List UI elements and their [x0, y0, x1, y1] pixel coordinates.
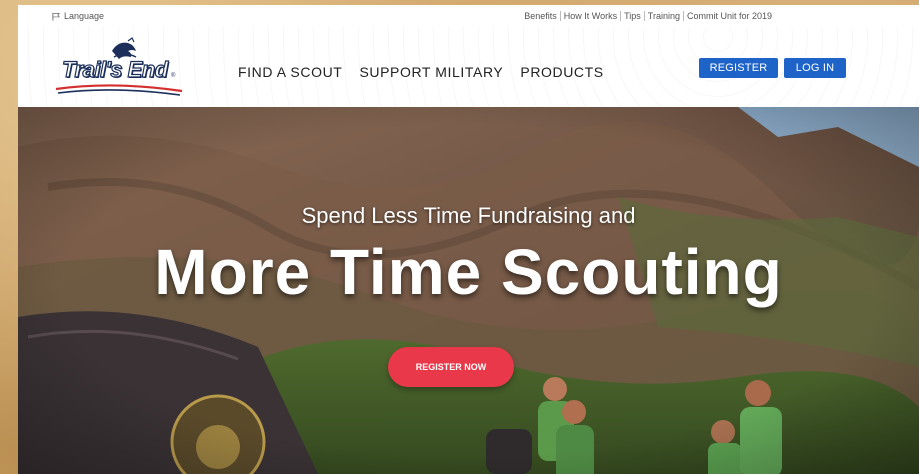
utility-bar: Language Benefits How It Works Tips Trai…: [18, 5, 919, 27]
register-button[interactable]: REGISTER: [699, 58, 778, 78]
util-link-training[interactable]: Training: [643, 11, 683, 21]
utility-links: Benefits How It Works Tips Training Comm…: [521, 11, 775, 21]
language-label: Language: [64, 11, 105, 21]
util-link-benefits[interactable]: Benefits: [521, 11, 560, 21]
logo-registered-mark: ®: [171, 73, 176, 79]
site-header: Trail's End ® FIND A SCOUT SUPPORT MILIT…: [18, 27, 919, 107]
logo-text: Trail's End: [61, 56, 168, 82]
main-nav: FIND A SCOUT SUPPORT MILITARY PRODUCTS: [238, 64, 604, 80]
nav-support-military[interactable]: SUPPORT MILITARY: [359, 64, 503, 80]
hero-banner: Spend Less Time Fundraising and More Tim…: [18, 107, 919, 474]
hero-title: More Time Scouting: [154, 236, 783, 308]
language-selector[interactable]: Language: [52, 11, 104, 21]
util-link-tips[interactable]: Tips: [620, 11, 644, 21]
flag-icon: [52, 12, 60, 21]
nav-find-a-scout[interactable]: FIND A SCOUT: [238, 64, 342, 80]
nav-products[interactable]: PRODUCTS: [520, 64, 603, 80]
hero-subtitle: Spend Less Time Fundraising and: [301, 203, 636, 228]
web-page: Language Benefits How It Works Tips Trai…: [18, 5, 919, 474]
util-link-commit-unit[interactable]: Commit Unit for 2019: [682, 11, 775, 21]
register-now-button[interactable]: REGISTER NOW: [388, 347, 514, 387]
util-link-how-it-works[interactable]: How It Works: [559, 11, 620, 21]
login-button[interactable]: LOG IN: [784, 58, 846, 78]
trails-end-logo[interactable]: Trail's End ®: [54, 37, 184, 99]
